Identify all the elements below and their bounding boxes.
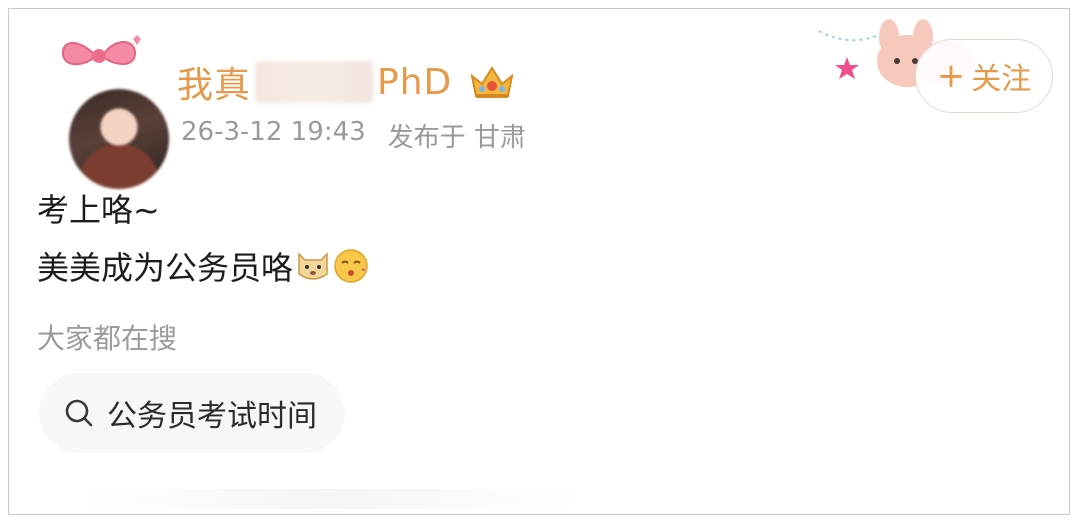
search-icon: [65, 399, 93, 427]
post-meta: 26-3-12 19:43 发布于 甘肃: [181, 117, 526, 154]
username-prefix: 我真: [177, 65, 252, 106]
follow-button[interactable]: + 关注: [915, 39, 1053, 113]
post-text-line2-content: 美美成为公务员咯: [37, 249, 294, 287]
username-redacted: [255, 61, 374, 103]
avatar-image: [69, 89, 169, 189]
username[interactable]: 我真 PhD: [177, 57, 516, 107]
faded-content-divider: [79, 489, 579, 509]
follow-label: 关注: [971, 62, 1032, 97]
pink-bow-icon: [61, 35, 141, 66]
post-text-line2: 美美成为公务员咯: [37, 243, 369, 289]
dog-face-emoji-icon: [298, 252, 328, 280]
blowing-kiss-emoji-icon: [334, 249, 368, 283]
crown-badge-icon: [470, 66, 514, 98]
post-text-line1: 考上咯~: [37, 191, 160, 229]
post-card: 我真 PhD 26-3-12 19:43 发布于 甘肃 + 关注 考上咯~ 美美…: [8, 8, 1070, 515]
plus-icon: +: [936, 56, 966, 96]
search-suggestion-label: 公务员考试时间: [107, 399, 317, 434]
search-suggestion-chip[interactable]: 公务员考试时间: [39, 373, 345, 453]
username-suffix: PhD: [377, 61, 453, 103]
timestamp: 26-3-12 19:43: [181, 117, 366, 147]
trending-search-heading: 大家都在搜: [37, 322, 178, 355]
location: 发布于 甘肃: [387, 123, 526, 153]
